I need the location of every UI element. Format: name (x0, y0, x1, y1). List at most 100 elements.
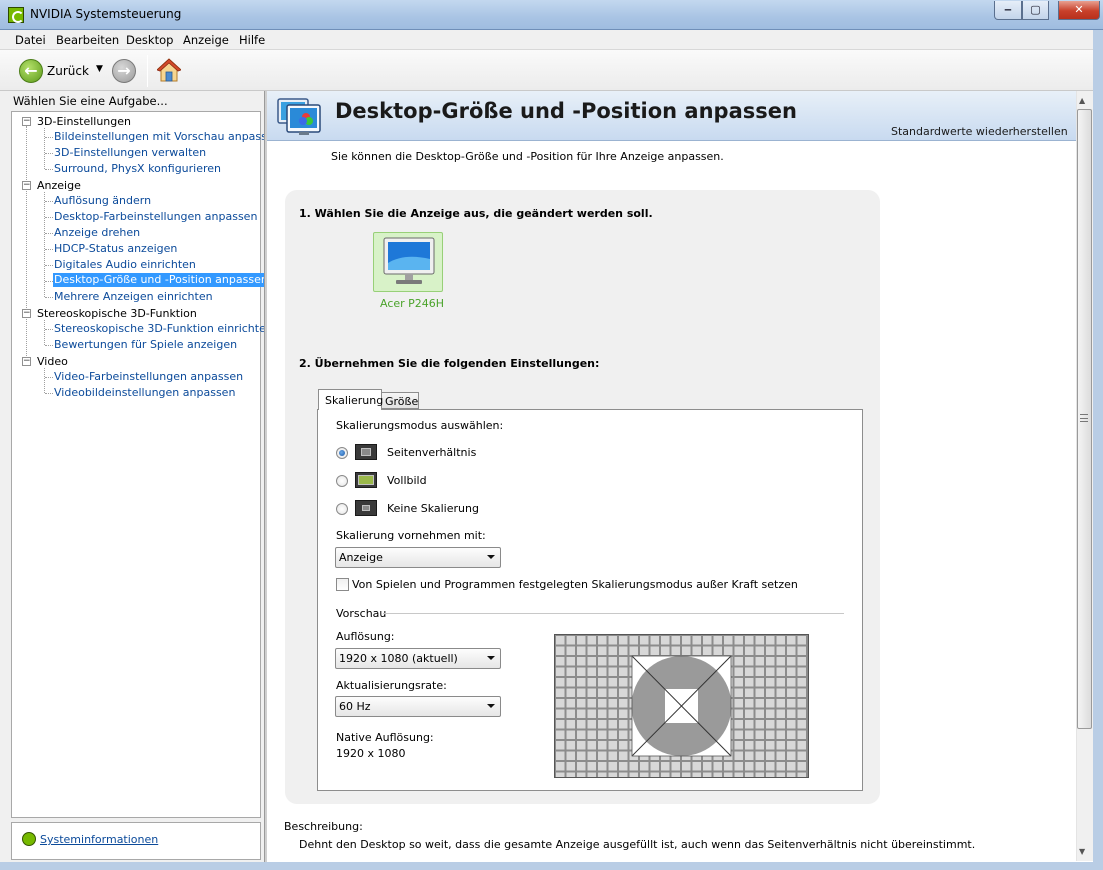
restore-defaults-link[interactable]: Standardwerte wiederherstellen (891, 125, 1068, 138)
back-button-label[interactable]: Zurück (47, 64, 89, 78)
tree-connector (45, 297, 53, 298)
tree-connector (45, 281, 53, 282)
scroll-grip-icon (1080, 414, 1088, 422)
tab-scaling[interactable]: Skalierung (318, 389, 383, 410)
window-title: NVIDIA Systemsteuerung (30, 7, 182, 21)
chevron-down-icon (487, 704, 495, 708)
resolution-select[interactable]: 1920 x 1080 (aktuell) (335, 648, 501, 669)
close-button[interactable]: ✕ (1058, 1, 1100, 20)
group-divider (383, 613, 844, 614)
perform-scaling-select[interactable]: Anzeige (335, 547, 501, 568)
scaling-mode-label: Skalierungsmodus auswählen: (336, 419, 504, 432)
radio-aspect-ratio[interactable] (336, 447, 348, 459)
description-label: Beschreibung: (284, 820, 363, 833)
aspect-ratio-icon (355, 444, 377, 460)
back-arrow-icon[interactable]: ← (19, 59, 43, 83)
menu-desktop[interactable]: Desktop (126, 33, 173, 47)
toolbar-separator (147, 55, 148, 87)
tree-connector (44, 128, 45, 169)
chevron-down-icon (487, 555, 495, 559)
tree-connector (45, 153, 53, 154)
tree-item-setup-stereoscopic[interactable]: Stereoskopische 3D-Funktion einrichten (54, 322, 273, 335)
native-resolution-value: 1920 x 1080 (336, 747, 406, 760)
task-panel-header: Wählen Sie eine Aufgabe... (13, 94, 168, 108)
tree-item-change-resolution[interactable]: Auflösung ändern (54, 194, 151, 207)
display-name: Acer P246H (380, 297, 445, 310)
window-frame-bottom (0, 862, 1103, 870)
menu-help[interactable]: Hilfe (239, 33, 265, 47)
tree-item-desktop-color[interactable]: Desktop-Farbeinstellungen anpassen (54, 210, 257, 223)
nvidia-app-icon (8, 7, 24, 23)
tree-item-video-color[interactable]: Video-Farbeinstellungen anpassen (54, 370, 243, 383)
tree-item-rotate-display[interactable]: Anzeige drehen (54, 226, 140, 239)
step2-heading: 2. Übernehmen Sie die folgenden Einstell… (299, 357, 600, 370)
native-resolution-label: Native Auflösung: (336, 731, 434, 744)
scaling-preview (554, 634, 809, 778)
override-checkbox-label[interactable]: Von Spielen und Programmen festgelegten … (352, 578, 798, 591)
mode-label-aspect-ratio[interactable]: Seitenverhältnis (387, 446, 476, 459)
tree-item-surround-physx[interactable]: Surround, PhysX konfigurieren (54, 162, 221, 175)
collapse-toggle-icon[interactable]: − (22, 309, 31, 318)
radio-no-scaling[interactable] (336, 503, 348, 515)
chevron-down-icon (487, 656, 495, 660)
window-frame-right (1093, 30, 1103, 870)
tree-item-manage-3d-settings[interactable]: 3D-Einstellungen verwalten (54, 146, 206, 159)
mode-label-full-screen[interactable]: Vollbild (387, 474, 427, 487)
override-checkbox[interactable] (336, 578, 349, 591)
tree-item-hdcp-status[interactable]: HDCP-Status anzeigen (54, 242, 177, 255)
tree-item-image-settings-preview[interactable]: Bildeinstellungen mit Vorschau anpassen (54, 130, 281, 143)
tree-category-stereoscopic-3d[interactable]: Stereoskopische 3D-Funktion (37, 307, 197, 320)
mode-label-no-scaling[interactable]: Keine Skalierung (387, 502, 479, 515)
radio-full-screen[interactable] (336, 475, 348, 487)
tree-item-video-image[interactable]: Videobildeinstellungen anpassen (54, 386, 235, 399)
tree-connector (45, 393, 53, 394)
refresh-rate-select[interactable]: 60 Hz (335, 696, 501, 717)
tree-connector (26, 126, 27, 364)
forward-arrow-icon[interactable]: → (112, 59, 136, 83)
dropdown-arrow-icon[interactable]: ▼ (96, 64, 103, 74)
tree-connector (45, 329, 53, 330)
tab-size[interactable]: Größe (381, 392, 419, 409)
collapse-toggle-icon[interactable]: − (22, 181, 31, 190)
full-screen-icon (355, 472, 377, 488)
menu-file[interactable]: Datei (15, 33, 46, 47)
monitor-icon (383, 237, 435, 284)
system-information-link[interactable]: Systeminformationen (40, 833, 158, 846)
tree-item-multiple-displays[interactable]: Mehrere Anzeigen einrichten (54, 290, 213, 303)
page-intro: Sie können die Desktop-Größe und -Positi… (331, 150, 724, 163)
info-icon (22, 832, 36, 846)
collapse-toggle-icon[interactable]: − (22, 357, 31, 366)
perform-scaling-value: Anzeige (339, 551, 383, 564)
tree-category-video[interactable]: Video (37, 355, 68, 368)
tree-connector (45, 233, 53, 234)
resolution-label: Auflösung: (336, 630, 395, 643)
display-selector-acer[interactable] (373, 232, 443, 292)
minimize-button[interactable]: ‒ (994, 1, 1022, 20)
collapse-toggle-icon[interactable]: − (22, 117, 31, 126)
scroll-down-icon[interactable]: ▼ (1079, 847, 1085, 856)
tree-connector (44, 320, 45, 345)
menu-edit[interactable]: Bearbeiten (56, 33, 119, 47)
tree-item-digital-audio[interactable]: Digitales Audio einrichten (54, 258, 196, 271)
menu-display[interactable]: Anzeige (183, 33, 229, 47)
no-scaling-icon (355, 500, 377, 516)
tree-connector (45, 249, 53, 250)
tree-connector (45, 137, 53, 138)
refresh-rate-label: Aktualisierungsrate: (336, 679, 447, 692)
tree-item-desktop-size-position[interactable]: Desktop-Größe und -Position anpassen (53, 273, 271, 287)
page-title: Desktop-Größe und -Position anpassen (335, 99, 797, 123)
home-icon[interactable] (156, 57, 182, 83)
tree-connector (45, 201, 53, 202)
perform-scaling-label: Skalierung vornehmen mit: (336, 529, 486, 542)
refresh-rate-value: 60 Hz (339, 700, 371, 713)
tree-category-display[interactable]: Anzeige (37, 179, 81, 192)
tree-connector (45, 345, 53, 346)
tree-connector (45, 217, 53, 218)
scroll-up-icon[interactable]: ▲ (1079, 96, 1085, 105)
step1-heading: 1. Wählen Sie die Anzeige aus, die geänd… (299, 207, 653, 220)
tree-connector (45, 169, 53, 170)
tree-item-game-ratings[interactable]: Bewertungen für Spiele anzeigen (54, 338, 237, 351)
maximize-button[interactable]: ▢ (1022, 1, 1049, 20)
tree-category-3d-settings[interactable]: 3D-Einstellungen (37, 115, 131, 128)
resolution-value: 1920 x 1080 (aktuell) (339, 652, 458, 665)
